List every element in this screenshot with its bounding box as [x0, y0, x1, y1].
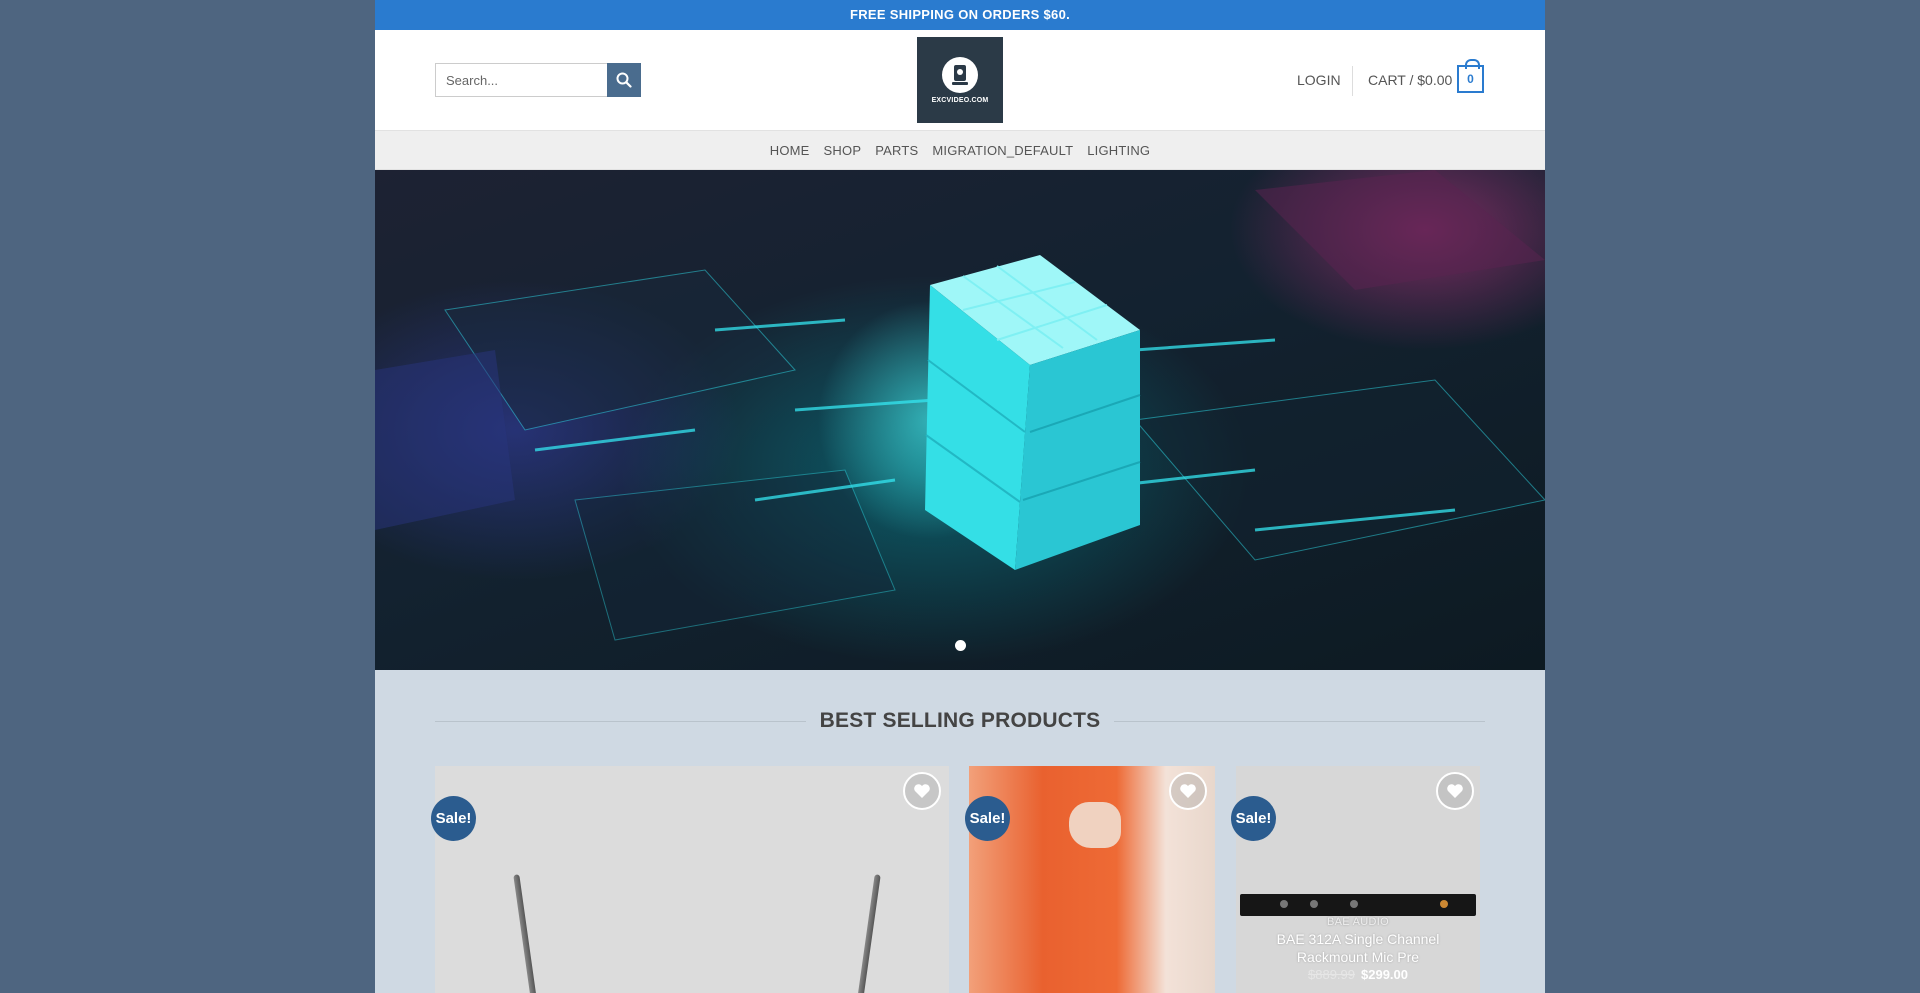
product-card[interactable] — [435, 766, 949, 993]
antenna-right — [855, 874, 881, 993]
product-card[interactable] — [969, 766, 1215, 993]
device-knob — [1310, 900, 1318, 908]
product-name-line1: BAE 312A Single Channel — [1276, 931, 1440, 947]
device-knob — [1280, 900, 1288, 908]
nav-item-lighting[interactable]: LIGHTING — [1087, 143, 1150, 158]
camera-logo-icon — [942, 56, 978, 93]
wishlist-button[interactable] — [1436, 772, 1474, 810]
site-logo[interactable]: EXCVIDEO.COM — [917, 37, 1003, 123]
antenna-left — [513, 874, 539, 993]
heart-icon — [1447, 784, 1463, 798]
device-knob — [1350, 900, 1358, 908]
slider-dot-1[interactable] — [955, 640, 966, 651]
original-price: $889.99 — [1308, 967, 1355, 982]
nav-item-shop[interactable]: SHOP — [824, 143, 862, 158]
sale-badge: Sale! — [431, 796, 476, 841]
heart-icon — [914, 784, 930, 798]
product-name-line2: Rackmount Mic Pre — [1296, 949, 1420, 965]
hero-slider[interactable] — [375, 170, 1545, 670]
nav-item-parts[interactable]: PARTS — [875, 143, 918, 158]
search-form — [435, 63, 641, 97]
search-button[interactable] — [607, 63, 641, 97]
promo-bar: FREE SHIPPING ON ORDERS $60. — [375, 0, 1545, 30]
header: EXCVIDEO.COM LOGIN CART / $0.00 0 — [375, 30, 1545, 130]
product-name[interactable]: BAE 312A Single Channel Rackmount Mic Pr… — [1236, 930, 1480, 966]
rackmount-device-image — [1240, 894, 1476, 916]
cart-link[interactable]: CART / $0.00 — [1368, 72, 1452, 88]
product-brand: BAE AUDIO — [1327, 916, 1389, 928]
product-info: BAE AUDIO BAE 312A Single Channel Rackmo… — [1236, 916, 1480, 982]
hero-image — [375, 170, 1545, 641]
product-card[interactable]: BAE AUDIO BAE 312A Single Channel Rackmo… — [1236, 766, 1480, 993]
header-divider — [1352, 66, 1353, 96]
device-knob — [1440, 900, 1448, 908]
heart-icon — [1180, 784, 1196, 798]
heading-rule-left — [435, 720, 806, 722]
search-icon — [616, 72, 632, 88]
section-title: BEST SELLING PRODUCTS — [819, 709, 1101, 732]
heading-rule-right — [1114, 720, 1485, 722]
login-link[interactable]: LOGIN — [1297, 72, 1341, 88]
cart-count-badge[interactable]: 0 — [1457, 59, 1484, 93]
product-image-hand — [1069, 802, 1121, 848]
search-input[interactable] — [435, 63, 607, 97]
section-heading: BEST SELLING PRODUCTS — [435, 706, 1485, 736]
product-prices: $889.99 $299.00 — [1236, 967, 1480, 982]
sale-badge: Sale! — [1231, 796, 1276, 841]
sale-price: $299.00 — [1361, 967, 1408, 982]
nav-item-home[interactable]: HOME — [770, 143, 810, 158]
main-nav: HOME SHOP PARTS MIGRATION_DEFAULT LIGHTI… — [375, 130, 1545, 170]
logo-text: EXCVIDEO.COM — [931, 96, 989, 104]
product-carousel: Sale! Sale! BAE AUDIO BAE 312A Single Ch… — [375, 766, 1545, 993]
wishlist-button[interactable] — [1169, 772, 1207, 810]
sale-badge: Sale! — [965, 796, 1010, 841]
nav-item-migration-default[interactable]: MIGRATION_DEFAULT — [932, 143, 1073, 158]
page: FREE SHIPPING ON ORDERS $60. EXCVIDEO.CO… — [375, 0, 1545, 993]
wishlist-button[interactable] — [903, 772, 941, 810]
